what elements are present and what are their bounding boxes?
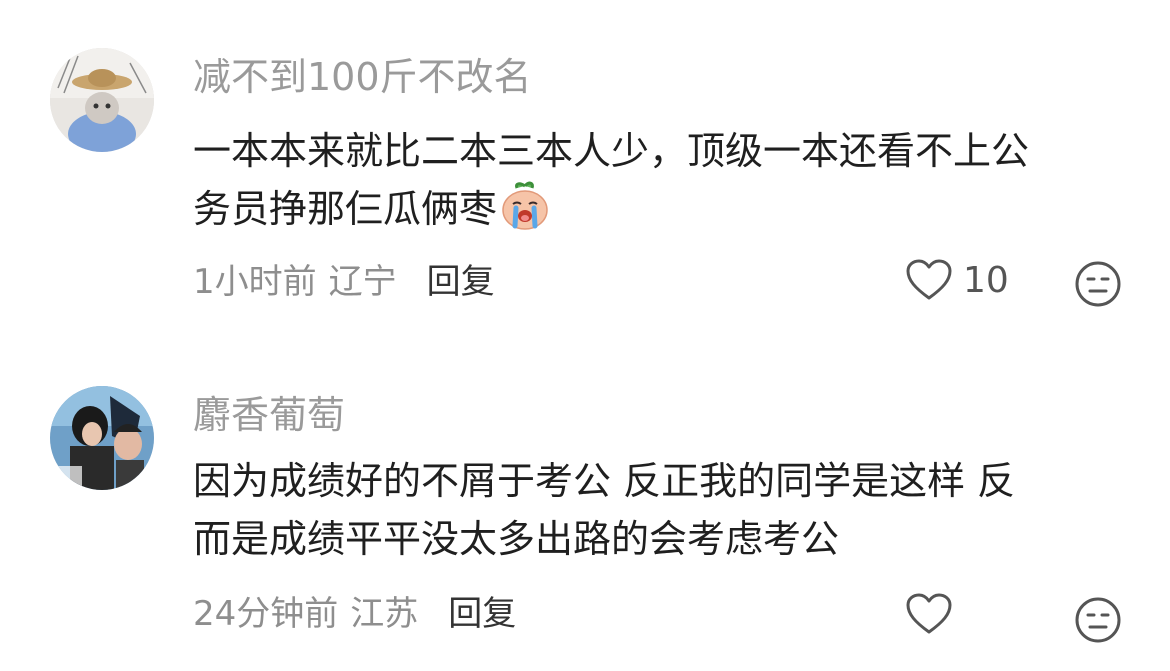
comment-content-line: 而是成绩平平没太多出路的会考虑考公 (193, 510, 1123, 568)
username[interactable]: 减不到100斤不改名 (193, 54, 532, 100)
dislike-button[interactable] (1074, 596, 1122, 644)
crying-peach-emoji-icon (499, 180, 551, 232)
comment-meta: 1小时前 辽宁 回复 (193, 262, 495, 302)
comment-meta: 24分钟前 江苏 回复 (193, 594, 516, 634)
username[interactable]: 麝香葡萄 (193, 392, 345, 438)
dislike-button[interactable] (1074, 260, 1122, 308)
like-button[interactable] (905, 592, 963, 636)
avatar-cat-image (50, 48, 154, 152)
comment-time: 1小时前 (193, 262, 317, 302)
comment-content-line: 务员挣那仨瓜俩枣 (193, 180, 1123, 238)
neutral-face-icon (1075, 597, 1121, 643)
reply-button[interactable]: 回复 (427, 262, 495, 302)
comment-content-line: 因为成绩好的不屑于考公 反正我的同学是这样 反 (193, 452, 1123, 510)
reply-button[interactable]: 回复 (448, 594, 516, 634)
user-avatar[interactable] (50, 48, 154, 152)
like-button[interactable]: 10 (905, 258, 1009, 302)
heart-outline-icon (906, 259, 952, 300)
avatar-photo-image (50, 386, 154, 490)
comment-content: 一本本来就比二本三本人少，顶级一本还看不上公 务员挣那仨瓜俩枣 (193, 122, 1123, 238)
comment-content-line: 一本本来就比二本三本人少，顶级一本还看不上公 (193, 122, 1123, 180)
heart-outline-icon (906, 593, 952, 634)
user-avatar[interactable] (50, 386, 154, 490)
like-count: 10 (963, 259, 1009, 301)
comment-time: 24分钟前 (193, 594, 339, 634)
comment-text-line-1: 一本本来就比二本三本人少，顶级一本还看不上公 (193, 129, 1030, 173)
comment-text-line-1: 因为成绩好的不屑于考公 反正我的同学是这样 反 (193, 459, 1016, 503)
neutral-face-icon (1075, 261, 1121, 307)
comment-text-line-2: 而是成绩平平没太多出路的会考虑考公 (193, 517, 840, 561)
comment-location: 辽宁 (328, 262, 397, 302)
comment-content: 因为成绩好的不屑于考公 反正我的同学是这样 反 而是成绩平平没太多出路的会考虑考… (193, 452, 1123, 568)
comment-text-line-2: 务员挣那仨瓜俩枣 (193, 187, 498, 231)
comment-location: 江苏 (350, 594, 419, 634)
